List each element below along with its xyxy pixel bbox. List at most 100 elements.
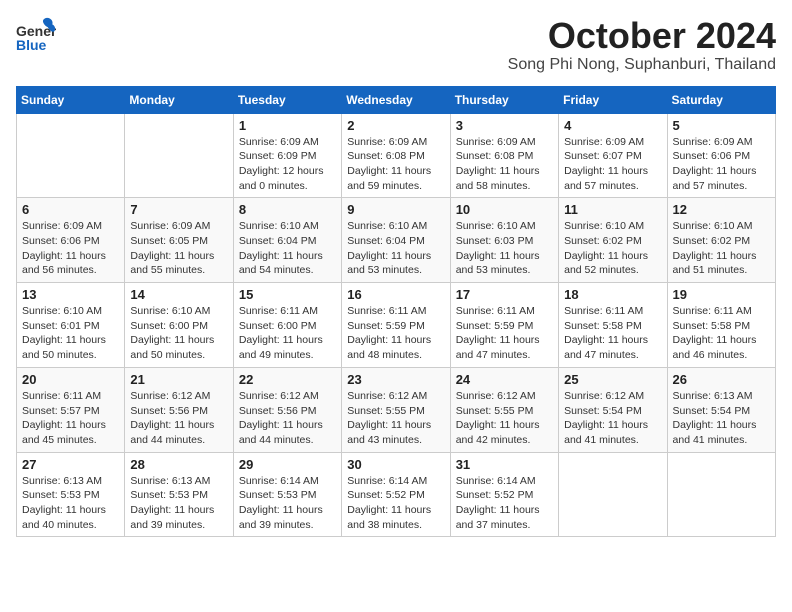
day-number: 12 xyxy=(673,202,770,217)
calendar-cell: 16 Sunrise: 6:11 AMSunset: 5:59 PMDayligh… xyxy=(342,283,450,368)
day-number: 10 xyxy=(456,202,553,217)
calendar-week-1: 1 Sunrise: 6:09 AMSunset: 6:09 PMDaylight… xyxy=(17,113,776,198)
day-info: Sunrise: 6:11 AMSunset: 6:00 PMDaylight:… xyxy=(239,304,336,363)
calendar-cell: 28 Sunrise: 6:13 AMSunset: 5:53 PMDayligh… xyxy=(125,452,233,537)
day-info: Sunrise: 6:11 AMSunset: 5:58 PMDaylight:… xyxy=(673,304,770,363)
calendar-cell: 9Sunrise: 6:10 AMSunset: 6:04 PMDaylight… xyxy=(342,198,450,283)
day-info: Sunrise: 6:09 AMSunset: 6:05 PMDaylight:… xyxy=(130,219,227,278)
day-number: 17 xyxy=(456,287,553,302)
day-number: 16 xyxy=(347,287,444,302)
day-number: 29 xyxy=(239,457,336,472)
calendar-cell xyxy=(17,113,125,198)
day-number: 4 xyxy=(564,118,661,133)
day-info: Sunrise: 6:10 AMSunset: 6:00 PMDaylight:… xyxy=(130,304,227,363)
calendar-week-3: 13 Sunrise: 6:10 AMSunset: 6:01 PMDayligh… xyxy=(17,283,776,368)
day-number: 20 xyxy=(22,372,119,387)
day-number: 22 xyxy=(239,372,336,387)
weekday-header-wednesday: Wednesday xyxy=(342,86,450,113)
weekday-header-sunday: Sunday xyxy=(17,86,125,113)
day-info: Sunrise: 6:12 AMSunset: 5:55 PMDaylight:… xyxy=(456,389,553,448)
calendar-cell: 26 Sunrise: 6:13 AMSunset: 5:54 PMDayligh… xyxy=(667,367,775,452)
day-number: 8 xyxy=(239,202,336,217)
day-number: 30 xyxy=(347,457,444,472)
calendar-cell: 5 Sunrise: 6:09 AMSunset: 6:06 PMDaylight… xyxy=(667,113,775,198)
day-info: Sunrise: 6:11 AMSunset: 5:59 PMDaylight:… xyxy=(347,304,444,363)
calendar-cell: 23 Sunrise: 6:12 AMSunset: 5:55 PMDayligh… xyxy=(342,367,450,452)
day-info: Sunrise: 6:12 AMSunset: 5:54 PMDaylight:… xyxy=(564,389,661,448)
svg-text:Blue: Blue xyxy=(16,37,47,53)
calendar-table: SundayMondayTuesdayWednesdayThursdayFrid… xyxy=(16,86,776,538)
calendar-cell: 14 Sunrise: 6:10 AMSunset: 6:00 PMDayligh… xyxy=(125,283,233,368)
calendar-cell: 18 Sunrise: 6:11 AMSunset: 5:58 PMDayligh… xyxy=(559,283,667,368)
weekday-header-friday: Friday xyxy=(559,86,667,113)
day-info: Sunrise: 6:12 AMSunset: 5:55 PMDaylight:… xyxy=(347,389,444,448)
day-number: 13 xyxy=(22,287,119,302)
calendar-cell: 21Sunrise: 6:12 AMSunset: 5:56 PMDayligh… xyxy=(125,367,233,452)
day-number: 26 xyxy=(673,372,770,387)
calendar-cell xyxy=(559,452,667,537)
day-number: 3 xyxy=(456,118,553,133)
day-info: Sunrise: 6:09 AMSunset: 6:09 PMDaylight:… xyxy=(239,135,336,194)
calendar-cell: 6Sunrise: 6:09 AMSunset: 6:06 PMDaylight… xyxy=(17,198,125,283)
calendar-cell: 30 Sunrise: 6:14 AMSunset: 5:52 PMDayligh… xyxy=(342,452,450,537)
page-header: General Blue October 2024 Song Phi Nong,… xyxy=(16,16,776,74)
calendar-cell: 12Sunrise: 6:10 AMSunset: 6:02 PMDayligh… xyxy=(667,198,775,283)
calendar-cell: 15Sunrise: 6:11 AMSunset: 6:00 PMDayligh… xyxy=(233,283,341,368)
page-title: October 2024 xyxy=(508,16,776,56)
day-number: 25 xyxy=(564,372,661,387)
day-number: 11 xyxy=(564,202,661,217)
day-info: Sunrise: 6:12 AMSunset: 5:56 PMDaylight:… xyxy=(239,389,336,448)
day-info: Sunrise: 6:11 AMSunset: 5:58 PMDaylight:… xyxy=(564,304,661,363)
calendar-cell: 4 Sunrise: 6:09 AMSunset: 6:07 PMDaylight… xyxy=(559,113,667,198)
day-info: Sunrise: 6:09 AMSunset: 6:08 PMDaylight:… xyxy=(347,135,444,194)
day-number: 23 xyxy=(347,372,444,387)
day-number: 6 xyxy=(22,202,119,217)
weekday-header-thursday: Thursday xyxy=(450,86,558,113)
page-subtitle: Song Phi Nong, Suphanburi, Thailand xyxy=(508,56,776,74)
day-info: Sunrise: 6:14 AMSunset: 5:52 PMDaylight:… xyxy=(347,474,444,533)
calendar-cell: 11Sunrise: 6:10 AMSunset: 6:02 PMDayligh… xyxy=(559,198,667,283)
calendar-cell: 19Sunrise: 6:11 AMSunset: 5:58 PMDayligh… xyxy=(667,283,775,368)
day-number: 27 xyxy=(22,457,119,472)
day-info: Sunrise: 6:09 AMSunset: 6:06 PMDaylight:… xyxy=(673,135,770,194)
calendar-cell: 1 Sunrise: 6:09 AMSunset: 6:09 PMDaylight… xyxy=(233,113,341,198)
calendar-cell: 27 Sunrise: 6:13 AMSunset: 5:53 PMDayligh… xyxy=(17,452,125,537)
day-info: Sunrise: 6:14 AMSunset: 5:52 PMDaylight:… xyxy=(456,474,553,533)
calendar-cell: 8 Sunrise: 6:10 AMSunset: 6:04 PMDaylight… xyxy=(233,198,341,283)
day-number: 24 xyxy=(456,372,553,387)
day-info: Sunrise: 6:11 AMSunset: 5:59 PMDaylight:… xyxy=(456,304,553,363)
weekday-header-monday: Monday xyxy=(125,86,233,113)
day-info: Sunrise: 6:14 AMSunset: 5:53 PMDaylight:… xyxy=(239,474,336,533)
calendar-week-4: 20 Sunrise: 6:11 AMSunset: 5:57 PMDayligh… xyxy=(17,367,776,452)
day-number: 1 xyxy=(239,118,336,133)
calendar-week-5: 27 Sunrise: 6:13 AMSunset: 5:53 PMDayligh… xyxy=(17,452,776,537)
calendar-cell: 7 Sunrise: 6:09 AMSunset: 6:05 PMDaylight… xyxy=(125,198,233,283)
day-number: 31 xyxy=(456,457,553,472)
day-number: 9 xyxy=(347,202,444,217)
weekday-header-row: SundayMondayTuesdayWednesdayThursdayFrid… xyxy=(17,86,776,113)
day-info: Sunrise: 6:13 AMSunset: 5:53 PMDaylight:… xyxy=(22,474,119,533)
calendar-cell: 3 Sunrise: 6:09 AMSunset: 6:08 PMDaylight… xyxy=(450,113,558,198)
day-info: Sunrise: 6:10 AMSunset: 6:03 PMDaylight:… xyxy=(456,219,553,278)
day-number: 5 xyxy=(673,118,770,133)
day-info: Sunrise: 6:09 AMSunset: 6:08 PMDaylight:… xyxy=(456,135,553,194)
day-info: Sunrise: 6:12 AMSunset: 5:56 PMDaylight:… xyxy=(130,389,227,448)
calendar-cell: 22 Sunrise: 6:12 AMSunset: 5:56 PMDayligh… xyxy=(233,367,341,452)
calendar-cell: 10 Sunrise: 6:10 AMSunset: 6:03 PMDayligh… xyxy=(450,198,558,283)
day-number: 7 xyxy=(130,202,227,217)
calendar-cell xyxy=(667,452,775,537)
calendar-cell: 13 Sunrise: 6:10 AMSunset: 6:01 PMDayligh… xyxy=(17,283,125,368)
day-info: Sunrise: 6:10 AMSunset: 6:01 PMDaylight:… xyxy=(22,304,119,363)
day-number: 14 xyxy=(130,287,227,302)
day-info: Sunrise: 6:10 AMSunset: 6:04 PMDaylight:… xyxy=(239,219,336,278)
day-number: 18 xyxy=(564,287,661,302)
calendar-week-2: 6Sunrise: 6:09 AMSunset: 6:06 PMDaylight… xyxy=(17,198,776,283)
title-area: October 2024 Song Phi Nong, Suphanburi, … xyxy=(508,16,776,74)
calendar-cell: 24 Sunrise: 6:12 AMSunset: 5:55 PMDayligh… xyxy=(450,367,558,452)
day-info: Sunrise: 6:11 AMSunset: 5:57 PMDaylight:… xyxy=(22,389,119,448)
day-info: Sunrise: 6:13 AMSunset: 5:54 PMDaylight:… xyxy=(673,389,770,448)
day-number: 28 xyxy=(130,457,227,472)
day-info: Sunrise: 6:13 AMSunset: 5:53 PMDaylight:… xyxy=(130,474,227,533)
day-info: Sunrise: 6:09 AMSunset: 6:07 PMDaylight:… xyxy=(564,135,661,194)
calendar-cell: 29 Sunrise: 6:14 AMSunset: 5:53 PMDayligh… xyxy=(233,452,341,537)
